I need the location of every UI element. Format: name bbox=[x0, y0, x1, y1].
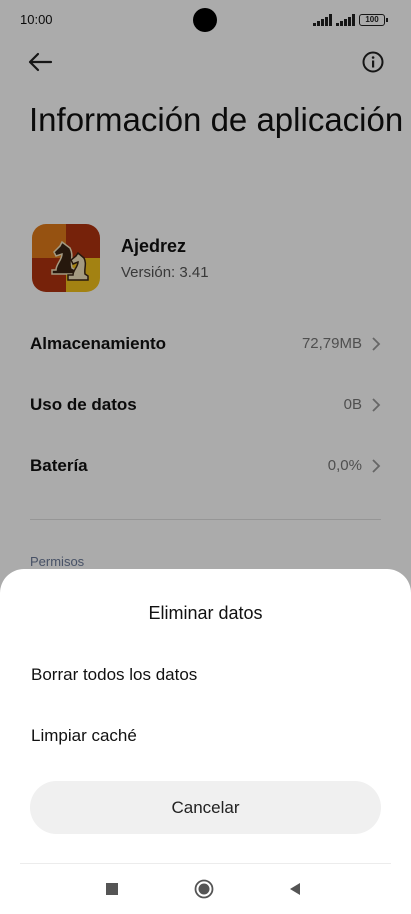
home-button[interactable] bbox=[194, 879, 214, 899]
clear-cache-option[interactable]: Limpiar caché bbox=[31, 726, 137, 746]
clear-data-sheet: Eliminar datos Borrar todos los datos Li… bbox=[0, 569, 411, 914]
triangle-back-icon bbox=[290, 883, 300, 895]
app-info-screen: 10:00 100 Información de aplicación Ajed… bbox=[0, 0, 411, 914]
nav-back-button[interactable] bbox=[285, 879, 305, 899]
square-icon bbox=[106, 883, 118, 895]
sheet-title: Eliminar datos bbox=[148, 603, 263, 623]
clear-all-data-option[interactable]: Borrar todos los datos bbox=[31, 665, 197, 685]
navigation-bar bbox=[0, 864, 411, 914]
recents-button[interactable] bbox=[102, 879, 122, 899]
cancel-button[interactable]: Cancelar bbox=[30, 781, 381, 834]
circle-icon bbox=[194, 879, 214, 899]
